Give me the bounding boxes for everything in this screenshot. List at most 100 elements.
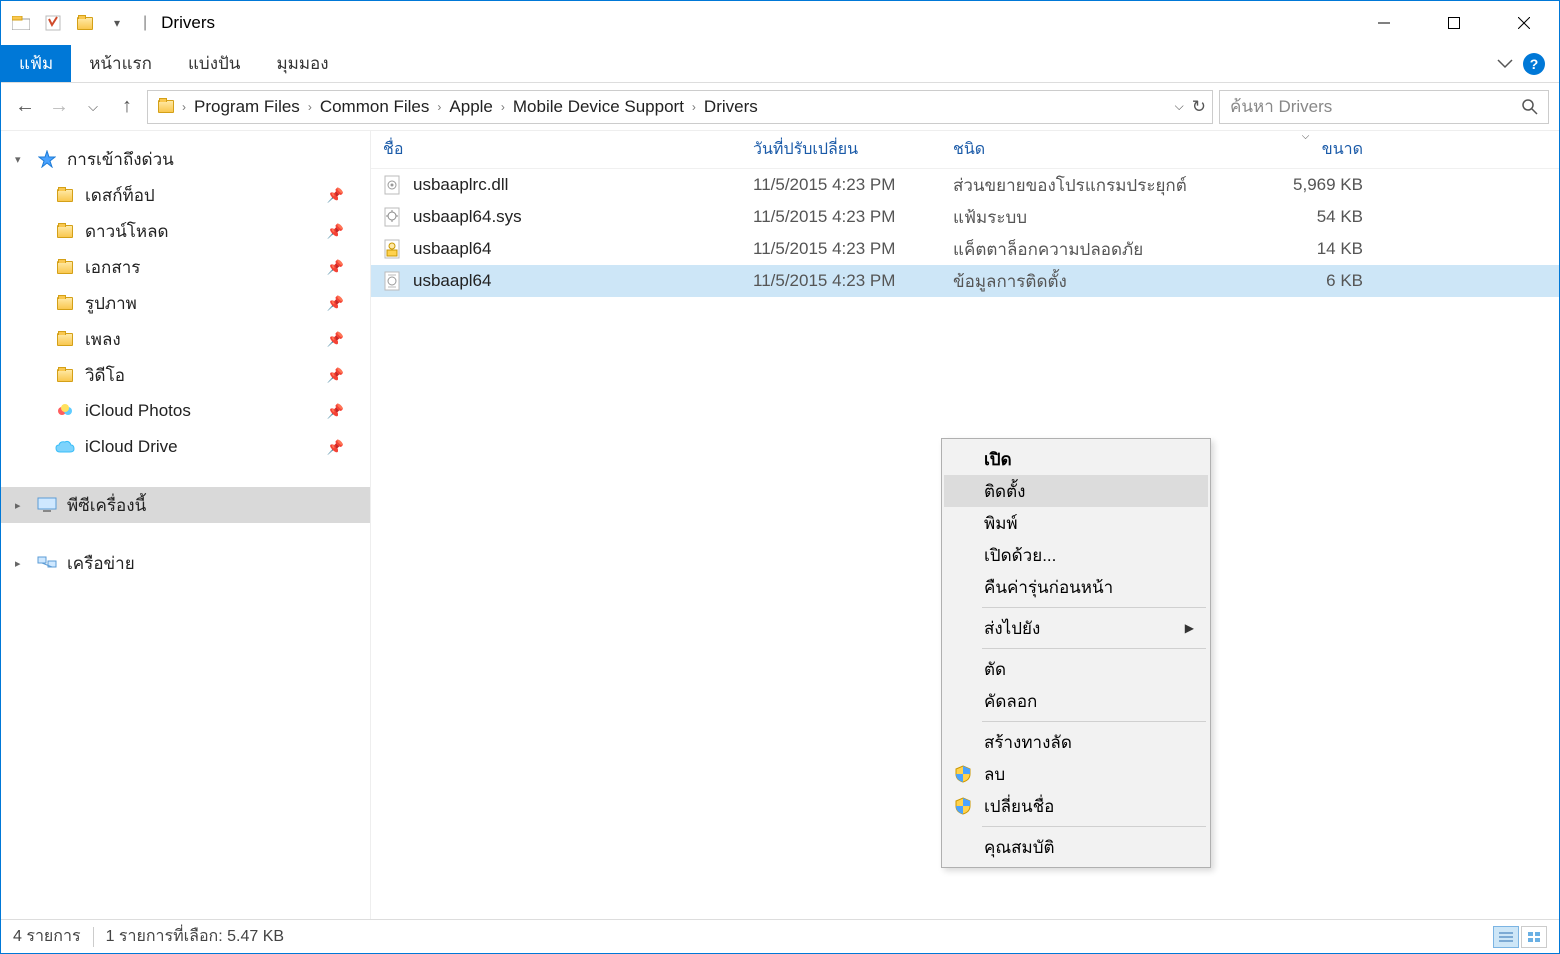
refresh-icon[interactable]: ↻ [1192, 97, 1206, 117]
minimize-button[interactable] [1349, 1, 1419, 45]
ctx-install[interactable]: ติดตั้ง [944, 475, 1208, 507]
qat-properties-icon[interactable] [41, 11, 65, 35]
ctx-cut[interactable]: ตัด [944, 653, 1208, 685]
ctx-delete[interactable]: ลบ [944, 758, 1208, 790]
nav-label: ดาวน์โหลด [85, 218, 169, 245]
ctx-copy[interactable]: คัดลอก [944, 685, 1208, 717]
nav-forward-button[interactable]: → [45, 93, 73, 121]
status-bar: 4 รายการ 1 รายการที่เลือก: 5.47 KB [1, 919, 1559, 953]
file-row[interactable]: usbaapl64.sys11/5/2015 4:23 PMแฟ้มระบบ54… [371, 201, 1559, 233]
ctx-open[interactable]: เปิด [944, 443, 1208, 475]
nav-quick-access[interactable]: ▾ การเข้าถึงด่วน [1, 141, 370, 177]
pin-icon: 📌 [327, 403, 344, 420]
explorer-window: ▾ | Drivers แฟ้ม หน้าแรก แบ่งปัน มุมมอง … [0, 0, 1560, 954]
nav-label: iCloud Drive [85, 437, 178, 457]
nav-label: รูปภาพ [85, 290, 137, 317]
nav-this-pc[interactable]: ▸ พีซีเครื่องนี้ [1, 487, 370, 523]
pin-icon: 📌 [327, 259, 344, 276]
nav-videos[interactable]: วิดีโอ📌 [1, 357, 370, 393]
column-type[interactable]: ชนิด [953, 137, 1248, 162]
breadcrumb-sep[interactable]: › [692, 100, 696, 114]
file-type: ข้อมูลการติดตั้ง [953, 268, 1248, 295]
folder-icon [55, 185, 75, 205]
breadcrumb-sep[interactable]: › [308, 100, 312, 114]
view-details-button[interactable] [1493, 926, 1519, 948]
nav-recent-dropdown[interactable]: ⌵ [79, 93, 107, 121]
file-type: แฟ้มระบบ [953, 204, 1248, 231]
chevron-right-icon[interactable]: ▸ [15, 499, 21, 512]
breadcrumb-sep[interactable]: › [182, 100, 186, 114]
nav-downloads[interactable]: ดาวน์โหลด 📌 [1, 213, 370, 249]
sort-indicator-icon: ⌵ [1302, 131, 1310, 142]
column-date[interactable]: วันที่ปรับเปลี่ยน [753, 137, 953, 162]
nav-documents[interactable]: เอกสาร📌 [1, 249, 370, 285]
nav-icloud-photos[interactable]: iCloud Photos📌 [1, 393, 370, 429]
view-icons-button[interactable] [1521, 926, 1547, 948]
pin-icon: 📌 [327, 367, 344, 384]
breadcrumb-item[interactable]: Mobile Device Support [509, 95, 688, 119]
window-title: Drivers [161, 13, 215, 33]
nav-up-button[interactable]: ↑ [113, 93, 141, 121]
breadcrumb-item[interactable]: Drivers [700, 95, 762, 119]
icloud-photos-icon [55, 401, 75, 421]
file-row[interactable]: usbaapl6411/5/2015 4:23 PMข้อมูลการติดตั… [371, 265, 1559, 297]
ctx-separator [982, 721, 1206, 722]
nav-pictures[interactable]: รูปภาพ📌 [1, 285, 370, 321]
nav-label: การเข้าถึงด่วน [67, 146, 174, 173]
ctx-send-to[interactable]: ส่งไปยัง▶ [944, 612, 1208, 644]
ctx-restore[interactable]: คืนค่ารุ่นก่อนหน้า [944, 571, 1208, 603]
ctx-open-with[interactable]: เปิดด้วย... [944, 539, 1208, 571]
breadcrumb-sep[interactable]: › [501, 100, 505, 114]
nav-label: เครือข่าย [67, 550, 135, 577]
column-name[interactable]: ชื่อ [383, 137, 753, 162]
nav-desktop[interactable]: เดสก์ท็อป📌 [1, 177, 370, 213]
breadcrumb-sep[interactable]: › [437, 100, 441, 114]
nav-label: พีซีเครื่องนี้ [67, 492, 146, 519]
ctx-separator [982, 648, 1206, 649]
address-bar[interactable]: › Program Files › Common Files › Apple ›… [147, 90, 1213, 124]
maximize-button[interactable] [1419, 1, 1489, 45]
breadcrumb-item[interactable]: Apple [445, 95, 496, 119]
search-box[interactable]: ค้นหา Drivers [1219, 90, 1549, 124]
search-placeholder: ค้นหา Drivers [1230, 93, 1332, 120]
ctx-shortcut[interactable]: สร้างทางลัด [944, 726, 1208, 758]
title-separator: | [143, 14, 147, 32]
ribbon-expand-icon[interactable] [1497, 59, 1513, 69]
chevron-right-icon[interactable]: ▸ [15, 557, 21, 570]
ribbon-tab-share[interactable]: แบ่งปัน [170, 45, 258, 82]
ctx-properties[interactable]: คุณสมบัติ [944, 831, 1208, 863]
file-row[interactable]: usbaapl6411/5/2015 4:23 PMแค็ตตาล็อกความ… [371, 233, 1559, 265]
ctx-print[interactable]: พิมพ์ [944, 507, 1208, 539]
nav-back-button[interactable]: ← [11, 93, 39, 121]
system-menu-icon[interactable] [9, 11, 33, 35]
breadcrumb-item[interactable]: Common Files [316, 95, 434, 119]
ctx-rename[interactable]: เปลี่ยนชื่อ [944, 790, 1208, 822]
file-row[interactable]: usbaaplrc.dll11/5/2015 4:23 PMส่วนขยายขอ… [371, 169, 1559, 201]
column-size[interactable]: ⌵ขนาด [1248, 137, 1363, 162]
qat-dropdown-icon[interactable]: ▾ [105, 11, 129, 35]
file-date: 11/5/2015 4:23 PM [753, 207, 953, 227]
pin-icon: 📌 [327, 187, 344, 204]
folder-icon [55, 365, 75, 385]
nav-network[interactable]: ▸ เครือข่าย [1, 545, 370, 581]
ribbon-tab-file[interactable]: แฟ้ม [1, 45, 71, 82]
file-name: usbaapl64.sys [413, 207, 522, 227]
status-item-count: 4 รายการ [13, 924, 81, 949]
context-menu: เปิด ติดตั้ง พิมพ์ เปิดด้วย... คืนค่ารุ่… [941, 438, 1211, 868]
file-date: 11/5/2015 4:23 PM [753, 239, 953, 259]
nav-icloud-drive[interactable]: iCloud Drive📌 [1, 429, 370, 465]
ribbon-tab-view[interactable]: มุมมอง [258, 45, 346, 82]
help-icon[interactable]: ? [1523, 53, 1545, 75]
chevron-right-icon: ▶ [1185, 621, 1194, 635]
column-headers: ชื่อ วันที่ปรับเปลี่ยน ชนิด ⌵ขนาด [371, 131, 1559, 169]
qat-folder-icon[interactable] [73, 11, 97, 35]
close-button[interactable] [1489, 1, 1559, 45]
ribbon-tab-home[interactable]: หน้าแรก [71, 45, 170, 82]
pin-icon: 📌 [327, 223, 344, 240]
search-icon[interactable] [1522, 99, 1538, 115]
nav-label: เพลง [85, 326, 121, 353]
address-dropdown-icon[interactable]: ⌵ [1175, 99, 1184, 114]
nav-music[interactable]: เพลง📌 [1, 321, 370, 357]
breadcrumb-item[interactable]: Program Files [190, 95, 304, 119]
chevron-down-icon[interactable]: ▾ [15, 153, 21, 166]
